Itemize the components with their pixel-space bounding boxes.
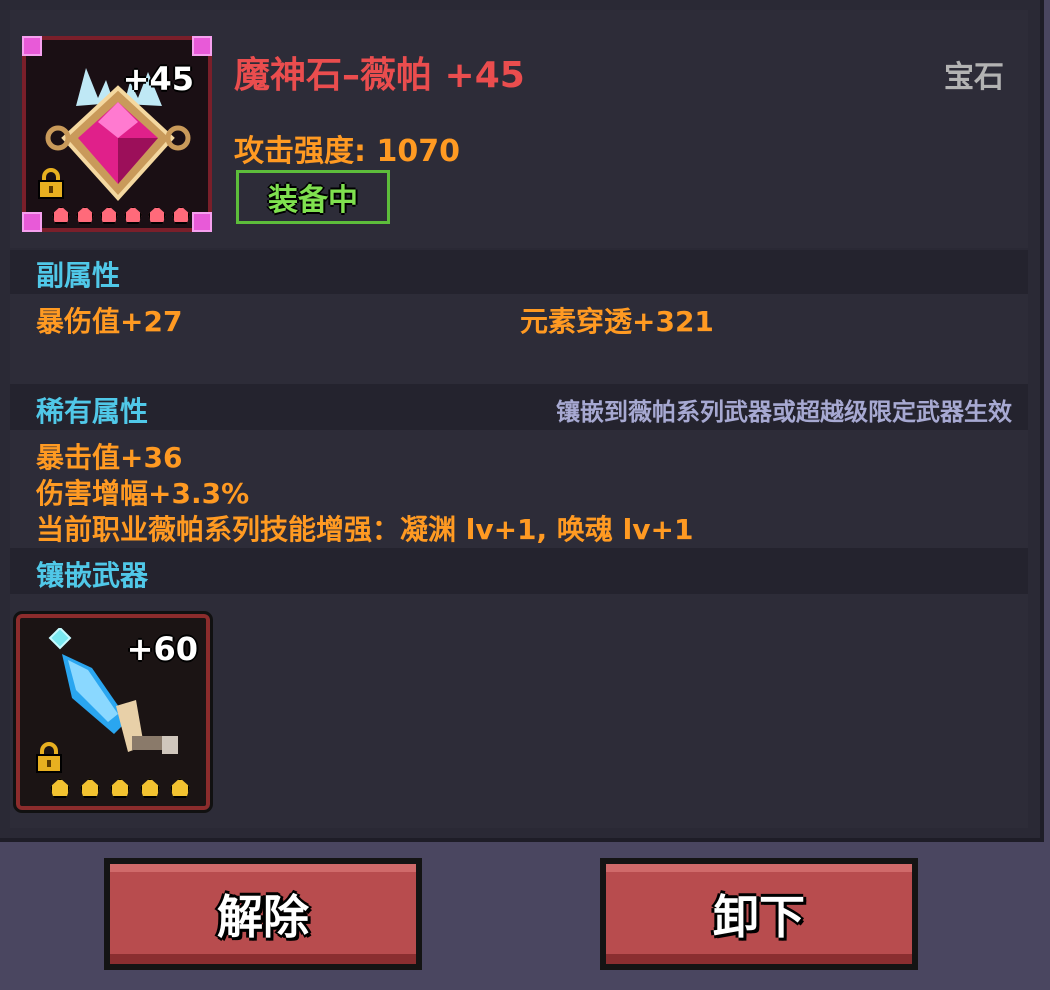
star-icon <box>148 206 166 224</box>
star-icon <box>52 206 70 224</box>
item-detail-panel: +45 魔神石–薇帕 +45 宝石 攻击强度: 1070 装备中 副属性 暴伤值… <box>0 0 1044 842</box>
secondary-title: 副属性 <box>36 259 121 292</box>
frame-corner <box>192 36 212 56</box>
attack-power: 攻击强度: 1070 <box>234 134 460 169</box>
star-icon <box>170 778 190 798</box>
frame-corner <box>22 36 42 56</box>
star-rating <box>50 778 190 798</box>
secondary-header-bar <box>10 250 1028 294</box>
rare-stat: 当前职业薇帕系列技能增强：凝渊 lv+1, 唤魂 lv+1 <box>36 513 694 546</box>
star-icon <box>76 206 94 224</box>
unequip-button[interactable]: 卸下 <box>600 858 918 970</box>
frame-corner <box>192 212 212 232</box>
weapon-enhance-level: +60 <box>126 630 198 668</box>
rare-title: 稀有属性 <box>36 395 149 428</box>
star-rating <box>52 206 190 224</box>
star-icon <box>110 778 130 798</box>
lock-icon <box>38 168 64 199</box>
star-icon <box>80 778 100 798</box>
star-icon <box>140 778 160 798</box>
equipped-badge: 装备中 <box>236 170 390 224</box>
star-icon <box>100 206 118 224</box>
socket-title: 镶嵌武器 <box>36 559 149 592</box>
rare-stat: 伤害增幅+3.3% <box>36 477 250 510</box>
frame-corner <box>22 212 42 232</box>
socketed-weapon-slot[interactable]: +60 <box>13 611 213 813</box>
secondary-stat: 元素穿透+321 <box>520 305 714 338</box>
star-icon <box>172 206 190 224</box>
item-name: 魔神石–薇帕 +45 <box>234 55 525 96</box>
item-type: 宝石 <box>944 60 1004 95</box>
item-icon-frame[interactable]: +45 <box>22 36 212 232</box>
lock-icon <box>36 742 62 773</box>
rare-stat: 暴击值+36 <box>36 441 183 474</box>
enhance-level: +45 <box>122 60 194 98</box>
star-icon <box>124 206 142 224</box>
star-icon <box>50 778 70 798</box>
secondary-stat: 暴伤值+27 <box>36 305 183 338</box>
rare-note: 镶嵌到薇帕系列武器或超越级限定武器生效 <box>556 398 1012 426</box>
remove-button[interactable]: 解除 <box>104 858 422 970</box>
socket-header-bar <box>10 548 1028 594</box>
